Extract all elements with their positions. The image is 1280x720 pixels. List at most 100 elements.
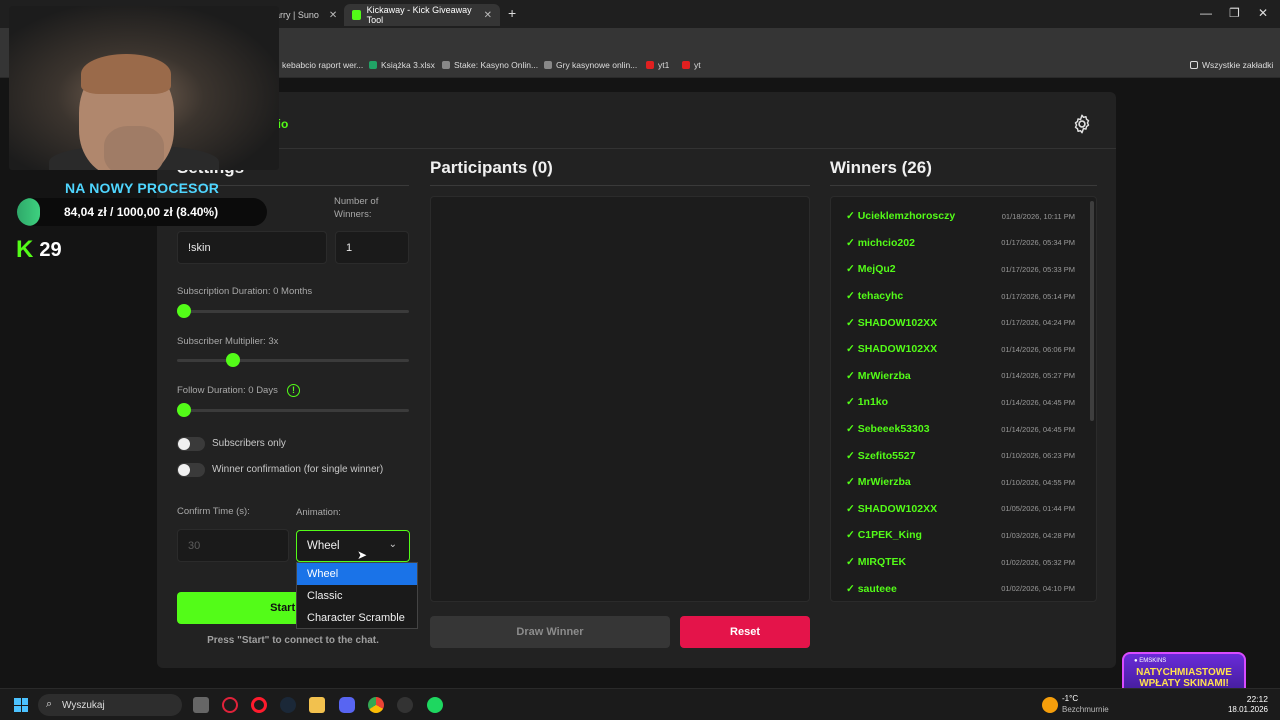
- stake-icon: [544, 61, 552, 69]
- follow-duration-label: Follow Duration: 0 Days: [177, 385, 278, 396]
- winner-date: 01/10/2026, 06:23 PM: [1001, 451, 1075, 461]
- gear-icon[interactable]: [1071, 113, 1093, 135]
- viewer-count: 29: [39, 238, 62, 261]
- slider-thumb[interactable]: [177, 304, 191, 318]
- goal-fill: [17, 198, 40, 226]
- taskbar-search[interactable]: ⌕ Wyszukaj: [38, 694, 182, 716]
- winner-name: ✓ MIRQTEK: [846, 556, 907, 569]
- kickaway-app: abcio Settings Number of Winners: !skin …: [157, 92, 1116, 668]
- restore-icon[interactable]: ❐: [1229, 6, 1240, 20]
- participants-list: [430, 196, 810, 602]
- winners-title: Winners (26): [830, 158, 932, 177]
- weather-temp: -1°C: [1062, 694, 1079, 703]
- kick-viewer-count: K 29: [16, 236, 62, 264]
- option-character-scramble[interactable]: Character Scramble: [297, 607, 417, 629]
- winner-date: 01/14/2026, 04:45 PM: [1001, 397, 1075, 407]
- steam-icon[interactable]: [280, 697, 296, 713]
- winner-row: ✓ tehacyhc 01/17/2026, 05:14 PM: [831, 283, 1089, 310]
- winner-date: 01/14/2026, 05:27 PM: [1001, 371, 1075, 381]
- weather-desc: Bezchmurnie: [1062, 705, 1109, 714]
- clock-date[interactable]: 18.01.2026: [1222, 705, 1268, 714]
- promo-line1: NATYCHMIASTOWE: [1136, 667, 1232, 678]
- app-header: abcio: [157, 92, 1116, 149]
- windows-start-icon[interactable]: [14, 698, 28, 712]
- sub-multiplier-label: Subscriber Multiplier: 3x: [177, 336, 279, 347]
- option-wheel[interactable]: Wheel: [297, 563, 417, 585]
- winner-date: 01/02/2026, 04:10 PM: [1001, 584, 1075, 594]
- winner-name: ✓ SHADOW102XX: [846, 316, 938, 329]
- bookmark-item[interactable]: Stake: Kasyno Onlin...: [442, 60, 538, 70]
- animation-label: Animation:: [296, 507, 341, 518]
- close-icon[interactable]: ✕: [329, 10, 337, 21]
- winner-date: 01/03/2026, 04:28 PM: [1001, 530, 1075, 540]
- file-explorer-icon[interactable]: [309, 697, 325, 713]
- close-window-icon[interactable]: ✕: [1258, 6, 1268, 20]
- kick-logo-icon: K: [16, 236, 34, 263]
- subscribers-only-toggle[interactable]: [177, 437, 205, 451]
- winner-row: ✓ Szefito5527 01/10/2026, 06:23 PM: [831, 442, 1089, 469]
- winner-row: ✓ MrWierzba 01/10/2026, 04:55 PM: [831, 469, 1089, 496]
- winner-row: ✓ MrWierzba 01/14/2026, 05:27 PM: [831, 363, 1089, 390]
- new-tab-icon[interactable]: +: [508, 5, 516, 21]
- winner-name: ✓ Sebeeek53303: [846, 423, 930, 436]
- opera-icon[interactable]: [251, 697, 267, 713]
- start-hint: Press "Start" to connect to the chat.: [207, 635, 379, 646]
- close-icon[interactable]: ✕: [484, 10, 492, 21]
- winner-name: ✓ MejQu2: [846, 263, 896, 276]
- winner-name: ✓ C1PEK_King: [846, 529, 922, 542]
- app-icon[interactable]: [397, 697, 413, 713]
- winner-date: 01/17/2026, 04:24 PM: [1001, 318, 1075, 328]
- winner-row: ✓ Ucieklemzhorosczy 01/18/2026, 10:11 PM: [831, 203, 1089, 230]
- task-view-icon[interactable]: [193, 697, 209, 713]
- slider-thumb[interactable]: [177, 403, 191, 417]
- divider: [430, 185, 810, 186]
- winner-date: 01/18/2026, 10:11 PM: [1001, 211, 1075, 221]
- winner-row: ✓ SHADOW102XX 01/14/2026, 06:06 PM: [831, 336, 1089, 363]
- bookmark-item[interactable]: yt: [682, 60, 701, 70]
- promo-brand: ● EMSKINS: [1134, 658, 1167, 664]
- winner-confirmation-toggle[interactable]: [177, 463, 205, 477]
- animation-select[interactable]: Wheel ⌄: [296, 530, 410, 562]
- bookmark-item[interactable]: Gry kasynowe onlin...: [544, 60, 637, 70]
- option-classic[interactable]: Classic: [297, 585, 417, 607]
- goal-title: NA NOWY PROCESOR: [65, 180, 220, 196]
- winner-name: ✓ 1n1ko: [846, 396, 889, 409]
- windows-taskbar: ⌕ Wyszukaj -1°C Bezchmurnie 22:12 18.01.…: [0, 688, 1280, 720]
- opera-gx-icon[interactable]: [222, 697, 238, 713]
- kick-favicon-icon: [352, 10, 361, 20]
- slider-thumb[interactable]: [226, 353, 240, 367]
- minimize-icon[interactable]: —: [1200, 6, 1212, 20]
- clock-time[interactable]: 22:12: [1228, 694, 1268, 704]
- winner-row: ✓ michcio202 01/17/2026, 05:34 PM: [831, 230, 1089, 257]
- tab-label: Kickaway - Kick Giveaway Tool: [366, 5, 472, 25]
- sub-duration-label: Subscription Duration: 0 Months: [177, 286, 313, 297]
- winner-name: ✓ sauteee: [846, 582, 897, 595]
- scrollbar[interactable]: [1090, 201, 1094, 597]
- sub-duration-slider[interactable]: [177, 304, 409, 318]
- youtube-icon: [646, 61, 654, 69]
- reset-button[interactable]: Reset: [680, 616, 810, 648]
- follow-duration-slider[interactable]: [177, 403, 409, 417]
- tab-kickaway[interactable]: Kickaway - Kick Giveaway Tool ✕: [344, 4, 500, 26]
- webcam-overlay: [9, 6, 279, 170]
- keyword-input[interactable]: !skin: [177, 231, 327, 264]
- winner-row: ✓ sauteee 01/02/2026, 04:10 PM: [831, 575, 1089, 601]
- chevron-down-icon: ⌄: [388, 539, 397, 550]
- spotify-icon[interactable]: [427, 697, 443, 713]
- scrollbar-thumb[interactable]: [1090, 201, 1094, 421]
- winner-name: ✓ SHADOW102XX: [846, 502, 938, 515]
- winner-row: ✓ MIRQTEK 01/02/2026, 05:32 PM: [831, 549, 1089, 576]
- winners-count-input[interactable]: 1: [335, 231, 409, 264]
- winner-name: ✓ tehacyhc: [846, 290, 904, 303]
- all-bookmarks[interactable]: Wszystkie zakładki: [1190, 60, 1273, 70]
- draw-winner-button[interactable]: Draw Winner: [430, 616, 670, 648]
- winner-row: ✓ MejQu2 01/17/2026, 05:33 PM: [831, 256, 1089, 283]
- discord-icon[interactable]: [339, 697, 355, 713]
- bookmark-item[interactable]: yt1: [646, 60, 669, 70]
- info-icon[interactable]: !: [287, 384, 300, 397]
- winner-name: ✓ michcio202: [846, 236, 915, 249]
- sub-multiplier-slider[interactable]: [177, 353, 409, 367]
- bookmark-item[interactable]: Książka 3.xlsx: [369, 60, 435, 70]
- chrome-icon[interactable]: [368, 697, 384, 713]
- bookmark-item[interactable]: kebabcio raport wer...: [282, 60, 363, 70]
